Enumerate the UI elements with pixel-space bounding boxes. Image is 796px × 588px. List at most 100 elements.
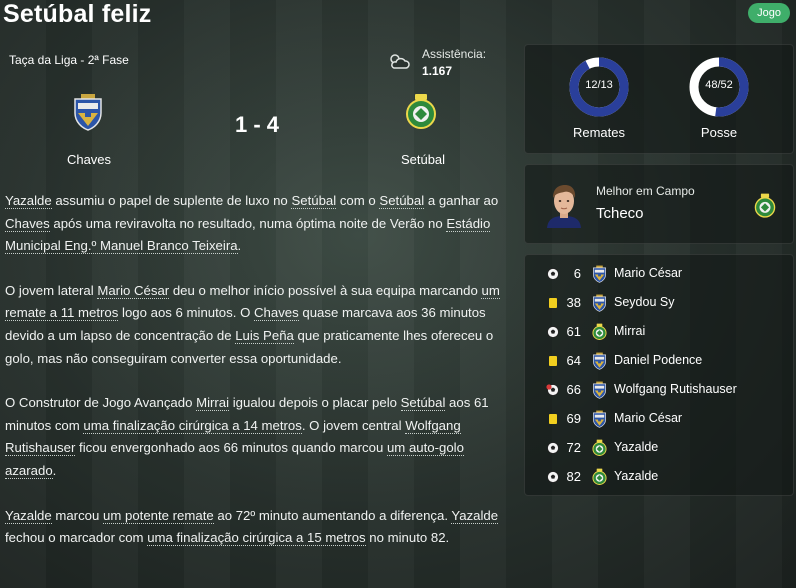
report-link[interactable]: Chaves <box>5 215 50 232</box>
report-link[interactable]: um potente remate <box>103 507 214 524</box>
event-player-name[interactable]: Wolfgang Rutishauser <box>614 382 737 396</box>
report-link[interactable]: Setúbal <box>291 193 337 209</box>
report-paragraph: Yazalde marcou um potente remate ao 72º … <box>5 505 505 550</box>
possession-gauge: 48/52 <box>689 57 749 117</box>
away-team-name[interactable]: Setúbal <box>374 152 472 167</box>
yellow-card-icon <box>549 356 557 366</box>
setubal-crest-icon <box>754 193 776 219</box>
report-text: após uma reviravolta no resultado, numa … <box>49 215 447 231</box>
event-player-name[interactable]: Daniel Podence <box>614 353 702 367</box>
report-link[interactable]: Setúbal <box>379 193 425 209</box>
report-text: . <box>237 238 242 254</box>
match-report: Yazalde assumiu o papel de suplente de l… <box>5 190 505 572</box>
report-text: marcou <box>51 507 103 523</box>
page-title: Setúbal feliz <box>3 0 152 28</box>
match-event-row[interactable]: 38 Seydou Sy <box>525 290 793 319</box>
event-minute: 64 <box>566 353 581 368</box>
chaves-crest-icon[interactable] <box>72 93 104 131</box>
shots-gauge: 12/13 <box>569 57 629 117</box>
chaves-crest-icon <box>592 294 607 312</box>
event-minute: 69 <box>566 411 581 426</box>
report-text: deu o melhor início possível à sua equip… <box>169 282 482 298</box>
event-player-name[interactable]: Yazalde <box>614 440 658 454</box>
report-text: com o <box>336 193 380 208</box>
yellow-card-icon <box>549 414 557 424</box>
match-score: 1 - 4 <box>234 112 280 137</box>
football-icon <box>547 268 559 280</box>
attendance-label: Assistência: <box>422 47 487 61</box>
chaves-crest-icon <box>592 265 607 283</box>
own-goal-ball-icon <box>546 384 559 396</box>
cloud-sun-icon <box>390 54 410 69</box>
event-player-name[interactable]: Yazalde <box>614 469 658 483</box>
event-player-name[interactable]: Seydou Sy <box>614 295 674 309</box>
shots-label: Remates <box>572 125 626 140</box>
chaves-crest-icon <box>592 352 607 370</box>
report-link[interactable]: Mario César <box>97 282 170 299</box>
report-text: no minuto 82. <box>365 530 450 546</box>
event-minute: 61 <box>566 324 581 339</box>
report-link[interactable]: Yazalde <box>5 193 52 209</box>
report-text: ficou envergonhado aos 66 minutos quando… <box>75 440 387 456</box>
report-link[interactable]: uma finalização cirúrgica a 15 metros <box>147 530 366 547</box>
setubal-crest-icon[interactable] <box>405 93 437 131</box>
event-player-name[interactable]: Mario César <box>614 266 682 280</box>
setubal-crest-icon <box>592 468 607 486</box>
match-stats-panel: 12/13 48/52 Remates Posse <box>524 44 794 154</box>
possession-value: 48/52 <box>705 79 733 91</box>
report-text: logo aos 6 minutos. O <box>118 305 254 321</box>
shots-value: 12/13 <box>585 79 613 91</box>
match-event-row[interactable]: 69 Mario César <box>525 406 793 435</box>
event-minute: 38 <box>566 295 581 310</box>
home-team-name[interactable]: Chaves <box>40 152 138 167</box>
competition-name[interactable]: Taça da Liga - 2ª Fase <box>9 53 129 67</box>
motm-title: Melhor em Campo <box>596 184 695 198</box>
match-event-row[interactable]: 6 Mario César <box>525 261 793 290</box>
report-link[interactable]: uma finalização cirúrgica a 14 metros <box>83 417 302 434</box>
report-link[interactable]: Yazalde <box>451 507 499 524</box>
avatar <box>547 185 581 228</box>
report-text: igualou depois o placar pelo <box>229 395 401 411</box>
report-link[interactable]: Mirrai <box>196 395 230 412</box>
football-icon <box>547 326 559 338</box>
event-player-name[interactable]: Mirrai <box>614 324 645 338</box>
match-events-panel: 6 Mario César 38 Seydou Sy 61 Mirrai 64 Daniel … <box>524 254 794 496</box>
report-paragraph: O Construtor de Jogo Avançado Mirrai igu… <box>5 392 505 482</box>
report-link[interactable]: Luis Peña <box>235 327 294 344</box>
report-link[interactable]: Chaves <box>254 305 299 322</box>
setubal-crest-icon <box>592 323 607 341</box>
event-minute: 82 <box>566 469 581 484</box>
setubal-crest-icon <box>592 439 607 457</box>
match-event-row[interactable]: 64 Daniel Podence <box>525 348 793 377</box>
report-text: O Construtor de Jogo Avançado <box>5 395 197 411</box>
report-link[interactable]: Yazalde <box>5 507 52 524</box>
motm-player-name[interactable]: Tcheco <box>596 205 644 222</box>
football-icon <box>547 471 559 483</box>
match-tag[interactable]: Jogo <box>748 3 790 23</box>
chaves-crest-icon <box>592 381 607 399</box>
report-text: assumiu o papel de suplente de luxo no <box>51 193 292 208</box>
match-event-row[interactable]: 66 Wolfgang Rutishauser <box>525 377 793 406</box>
report-text: a ganhar ao <box>424 193 499 208</box>
match-event-row[interactable]: 82 Yazalde <box>525 464 793 493</box>
report-text: . O jovem central <box>301 417 406 433</box>
event-minute: 6 <box>573 266 581 281</box>
possession-label: Posse <box>700 125 738 140</box>
report-paragraph: Yazalde assumiu o papel de suplente de l… <box>5 190 505 258</box>
yellow-card-icon <box>549 298 557 308</box>
event-player-name[interactable]: Mario César <box>614 411 682 425</box>
chaves-crest-icon <box>592 410 607 428</box>
man-of-the-match-panel[interactable]: Melhor em Campo Tcheco <box>524 164 794 244</box>
report-text: O jovem lateral <box>5 282 98 298</box>
report-text: fechou o marcador com <box>5 530 148 546</box>
report-text: . <box>52 462 57 478</box>
report-link[interactable]: Setúbal <box>400 395 446 412</box>
report-text: ao 72º minuto aumentando a diferença. <box>213 507 452 523</box>
match-event-row[interactable]: 61 Mirrai <box>525 319 793 348</box>
football-icon <box>547 442 559 454</box>
event-minute: 72 <box>566 440 581 455</box>
report-paragraph: O jovem lateral Mario César deu o melhor… <box>5 280 505 370</box>
event-minute: 66 <box>566 382 581 397</box>
match-event-row[interactable]: 72 Yazalde <box>525 435 793 464</box>
attendance-value: 1.167 <box>422 64 453 78</box>
